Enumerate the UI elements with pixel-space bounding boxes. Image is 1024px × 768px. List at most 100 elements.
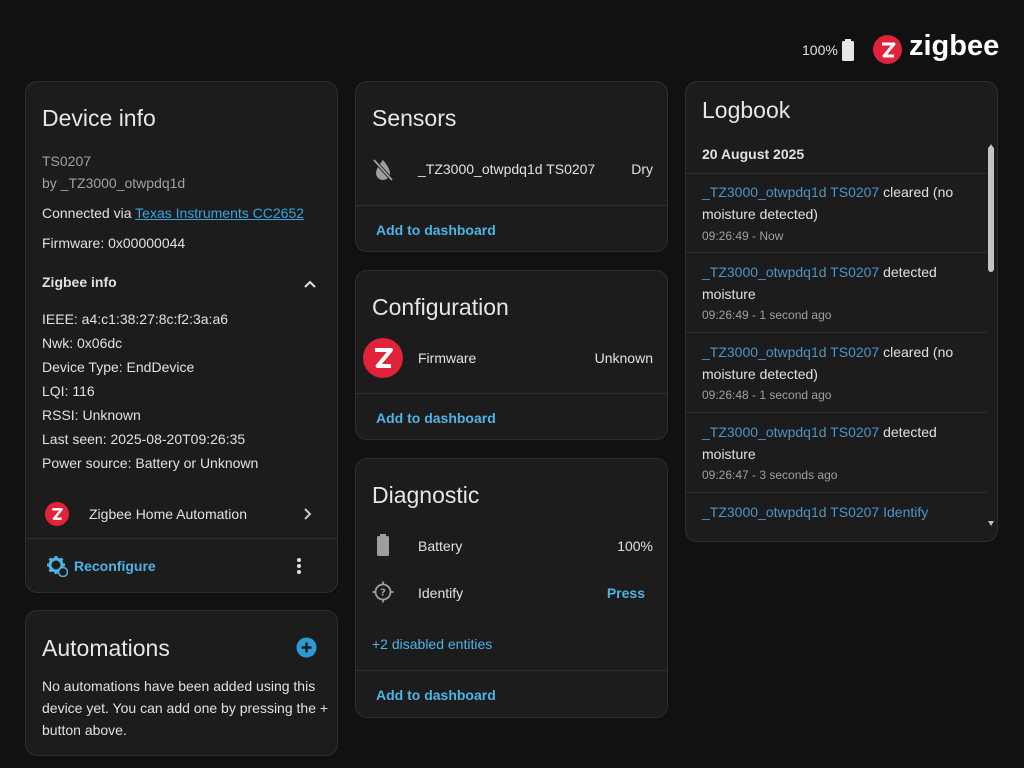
sensors-add-to-dashboard-button[interactable]: Add to dashboard xyxy=(376,222,496,238)
identify-entity-name: Identify xyxy=(418,585,464,601)
zigbee-last-seen: Last seen: 2025-08-20T09:26:35 xyxy=(42,431,246,447)
automations-card: Automations No automations have been add… xyxy=(25,610,338,756)
diagnostic-divider xyxy=(356,670,667,671)
sensor-entity-state: Dry xyxy=(631,161,653,177)
water-off-icon xyxy=(372,158,394,187)
battery-entity-name: Battery xyxy=(418,538,463,554)
log-entry-message: cleared (no xyxy=(879,184,954,200)
configuration-title: Configuration xyxy=(372,294,509,320)
add-circle-icon[interactable] xyxy=(296,637,317,658)
integration-name: Zigbee Home Automation xyxy=(89,506,247,522)
log-entry-message: detected xyxy=(879,264,937,280)
log-entry-message: Identify xyxy=(879,504,929,520)
log-entry-entity-link[interactable]: _TZ3000_otwpdq1d TS0207 xyxy=(702,264,879,280)
connected-via-link[interactable]: Texas Instruments CC2652 xyxy=(135,205,304,221)
identify-entity-row: ? Identify Press xyxy=(356,579,667,608)
chevron-right-icon xyxy=(302,507,312,526)
log-entry-message: detected xyxy=(879,424,937,440)
log-entry-line1: _TZ3000_otwpdq1d TS0207 detected xyxy=(702,424,937,440)
log-entry-line1: _TZ3000_otwpdq1d TS0207 Identify xyxy=(702,504,928,520)
sensors-divider xyxy=(356,205,667,206)
configuration-card: Configuration Firmware Unknown Add to da… xyxy=(355,270,668,440)
header-battery-percent: 100% xyxy=(802,42,838,58)
log-entry-line2: moisture detected) xyxy=(702,366,818,382)
log-entry: _TZ3000_otwpdq1d TS0207 cleared (no mois… xyxy=(686,174,987,253)
zha-logo-icon xyxy=(45,502,69,526)
svg-text:?: ? xyxy=(380,588,386,599)
zigbee-power-source: Power source: Battery or Unknown xyxy=(42,455,259,471)
log-entry: _TZ3000_otwpdq1d TS0207 cleared (no mois… xyxy=(686,333,987,413)
identify-press-button[interactable]: Press xyxy=(607,585,645,601)
logbook-card: Logbook 20 August 2025 _TZ3000_otwpdq1d … xyxy=(685,81,998,542)
zigbee-ieee: IEEE: a4:c1:38:27:8c:f2:3a:a6 xyxy=(42,311,229,327)
device-info-divider xyxy=(26,538,337,539)
configuration-divider xyxy=(356,393,667,394)
logbook-scrollbar-thumb[interactable] xyxy=(988,146,994,272)
firmware-info: Firmware: 0x00000044 xyxy=(42,235,186,251)
device-manufacturer: by _TZ3000_otwpdq1d xyxy=(42,175,186,191)
battery-entity-row[interactable]: Battery 100% xyxy=(356,532,667,561)
log-entry-line1: _TZ3000_otwpdq1d TS0207 detected xyxy=(702,264,937,280)
log-entry-entity-link[interactable]: _TZ3000_otwpdq1d TS0207 xyxy=(702,504,879,520)
zigbee-lqi: LQI: 116 xyxy=(42,383,95,399)
log-entry: _TZ3000_otwpdq1d TS0207 Identify xyxy=(686,493,987,533)
zigbee-nwk: Nwk: 0x06dc xyxy=(42,335,123,351)
automations-title: Automations xyxy=(42,635,170,661)
configuration-add-to-dashboard-button[interactable]: Add to dashboard xyxy=(376,410,496,426)
firmware-entity-state: Unknown xyxy=(594,350,653,366)
zigbee-info-label: Zigbee info xyxy=(42,274,117,290)
scroll-down-arrow-icon[interactable] xyxy=(988,513,994,531)
zigbee-logo-icon xyxy=(873,35,902,64)
reconfigure-label: Reconfigure xyxy=(74,558,156,574)
log-entry-line2: moisture xyxy=(702,286,756,302)
firmware-zigbee-icon xyxy=(363,338,403,378)
device-info-card: Device info TS0207 by _TZ3000_otwpdq1d C… xyxy=(25,81,338,593)
cog-refresh-icon xyxy=(46,555,69,582)
log-entry-time: 09:26:47 - 3 seconds ago xyxy=(702,468,838,482)
log-entry-line1: _TZ3000_otwpdq1d TS0207 cleared (no xyxy=(702,184,953,200)
firmware-entity-name: Firmware xyxy=(418,350,477,366)
automations-empty-line3: button above. xyxy=(42,722,127,738)
logbook-title: Logbook xyxy=(702,97,791,123)
device-model: TS0207 xyxy=(42,153,92,169)
sensors-title: Sensors xyxy=(372,105,457,131)
firmware-entity-row[interactable]: Firmware Unknown xyxy=(356,337,667,378)
automations-empty-line1: No automations have been added using thi… xyxy=(42,678,316,694)
log-entry-line2: moisture detected) xyxy=(702,206,818,222)
more-options-icon[interactable] xyxy=(294,556,304,576)
logbook-scrollbar[interactable] xyxy=(987,136,995,531)
log-entry-line2: moisture xyxy=(702,446,756,462)
log-entry: _TZ3000_otwpdq1d TS0207 detected moistur… xyxy=(686,253,987,333)
battery-level-icon xyxy=(376,534,390,561)
log-entry-time: 09:26:49 - Now xyxy=(702,229,784,243)
sensor-entity-row[interactable]: _TZ3000_otwpdq1d TS0207 Dry xyxy=(356,152,667,188)
log-entry-line1: _TZ3000_otwpdq1d TS0207 cleared (no xyxy=(702,344,953,360)
logbook-date-header: 20 August 2025 xyxy=(702,146,805,162)
log-entry-time: 09:26:48 - 1 second ago xyxy=(702,388,832,402)
battery-icon xyxy=(841,39,855,61)
chevron-up-icon xyxy=(303,276,317,294)
diagnostic-add-to-dashboard-button[interactable]: Add to dashboard xyxy=(376,687,496,703)
zigbee-info-toggle[interactable]: Zigbee info xyxy=(26,268,337,298)
sensors-card: Sensors _TZ3000_otwpdq1d TS0207 Dry Add … xyxy=(355,81,668,252)
automations-empty-line2: device yet. You can add one by pressing … xyxy=(42,700,329,716)
sensor-entity-name: _TZ3000_otwpdq1d TS0207 xyxy=(418,161,596,177)
log-entry-time: 09:26:49 - 1 second ago xyxy=(702,308,832,322)
diagnostic-title: Diagnostic xyxy=(372,482,480,508)
crosshairs-question-icon: ? xyxy=(372,581,394,608)
integration-row[interactable]: Zigbee Home Automation xyxy=(26,496,337,536)
zigbee-device-type: Device Type: EndDevice xyxy=(42,359,195,375)
battery-entity-value: 100% xyxy=(617,538,653,554)
log-entry-entity-link[interactable]: _TZ3000_otwpdq1d TS0207 xyxy=(702,184,879,200)
zigbee-brand-text: zigbee xyxy=(909,30,1000,62)
log-entry-entity-link[interactable]: _TZ3000_otwpdq1d TS0207 xyxy=(702,344,879,360)
device-info-title: Device info xyxy=(42,105,156,131)
zigbee-rssi: RSSI: Unknown xyxy=(42,407,141,423)
log-entry-entity-link[interactable]: _TZ3000_otwpdq1d TS0207 xyxy=(702,424,879,440)
disabled-entities-link[interactable]: +2 disabled entities xyxy=(372,636,492,652)
diagnostic-card: Diagnostic Battery 100% ? Identify Press… xyxy=(355,458,668,718)
connected-via-label: Connected via xyxy=(42,205,132,221)
log-entry: _TZ3000_otwpdq1d TS0207 detected moistur… xyxy=(686,413,987,493)
log-entry-message: cleared (no xyxy=(879,344,954,360)
connected-via: Connected via Texas Instruments CC2652 xyxy=(42,205,304,221)
